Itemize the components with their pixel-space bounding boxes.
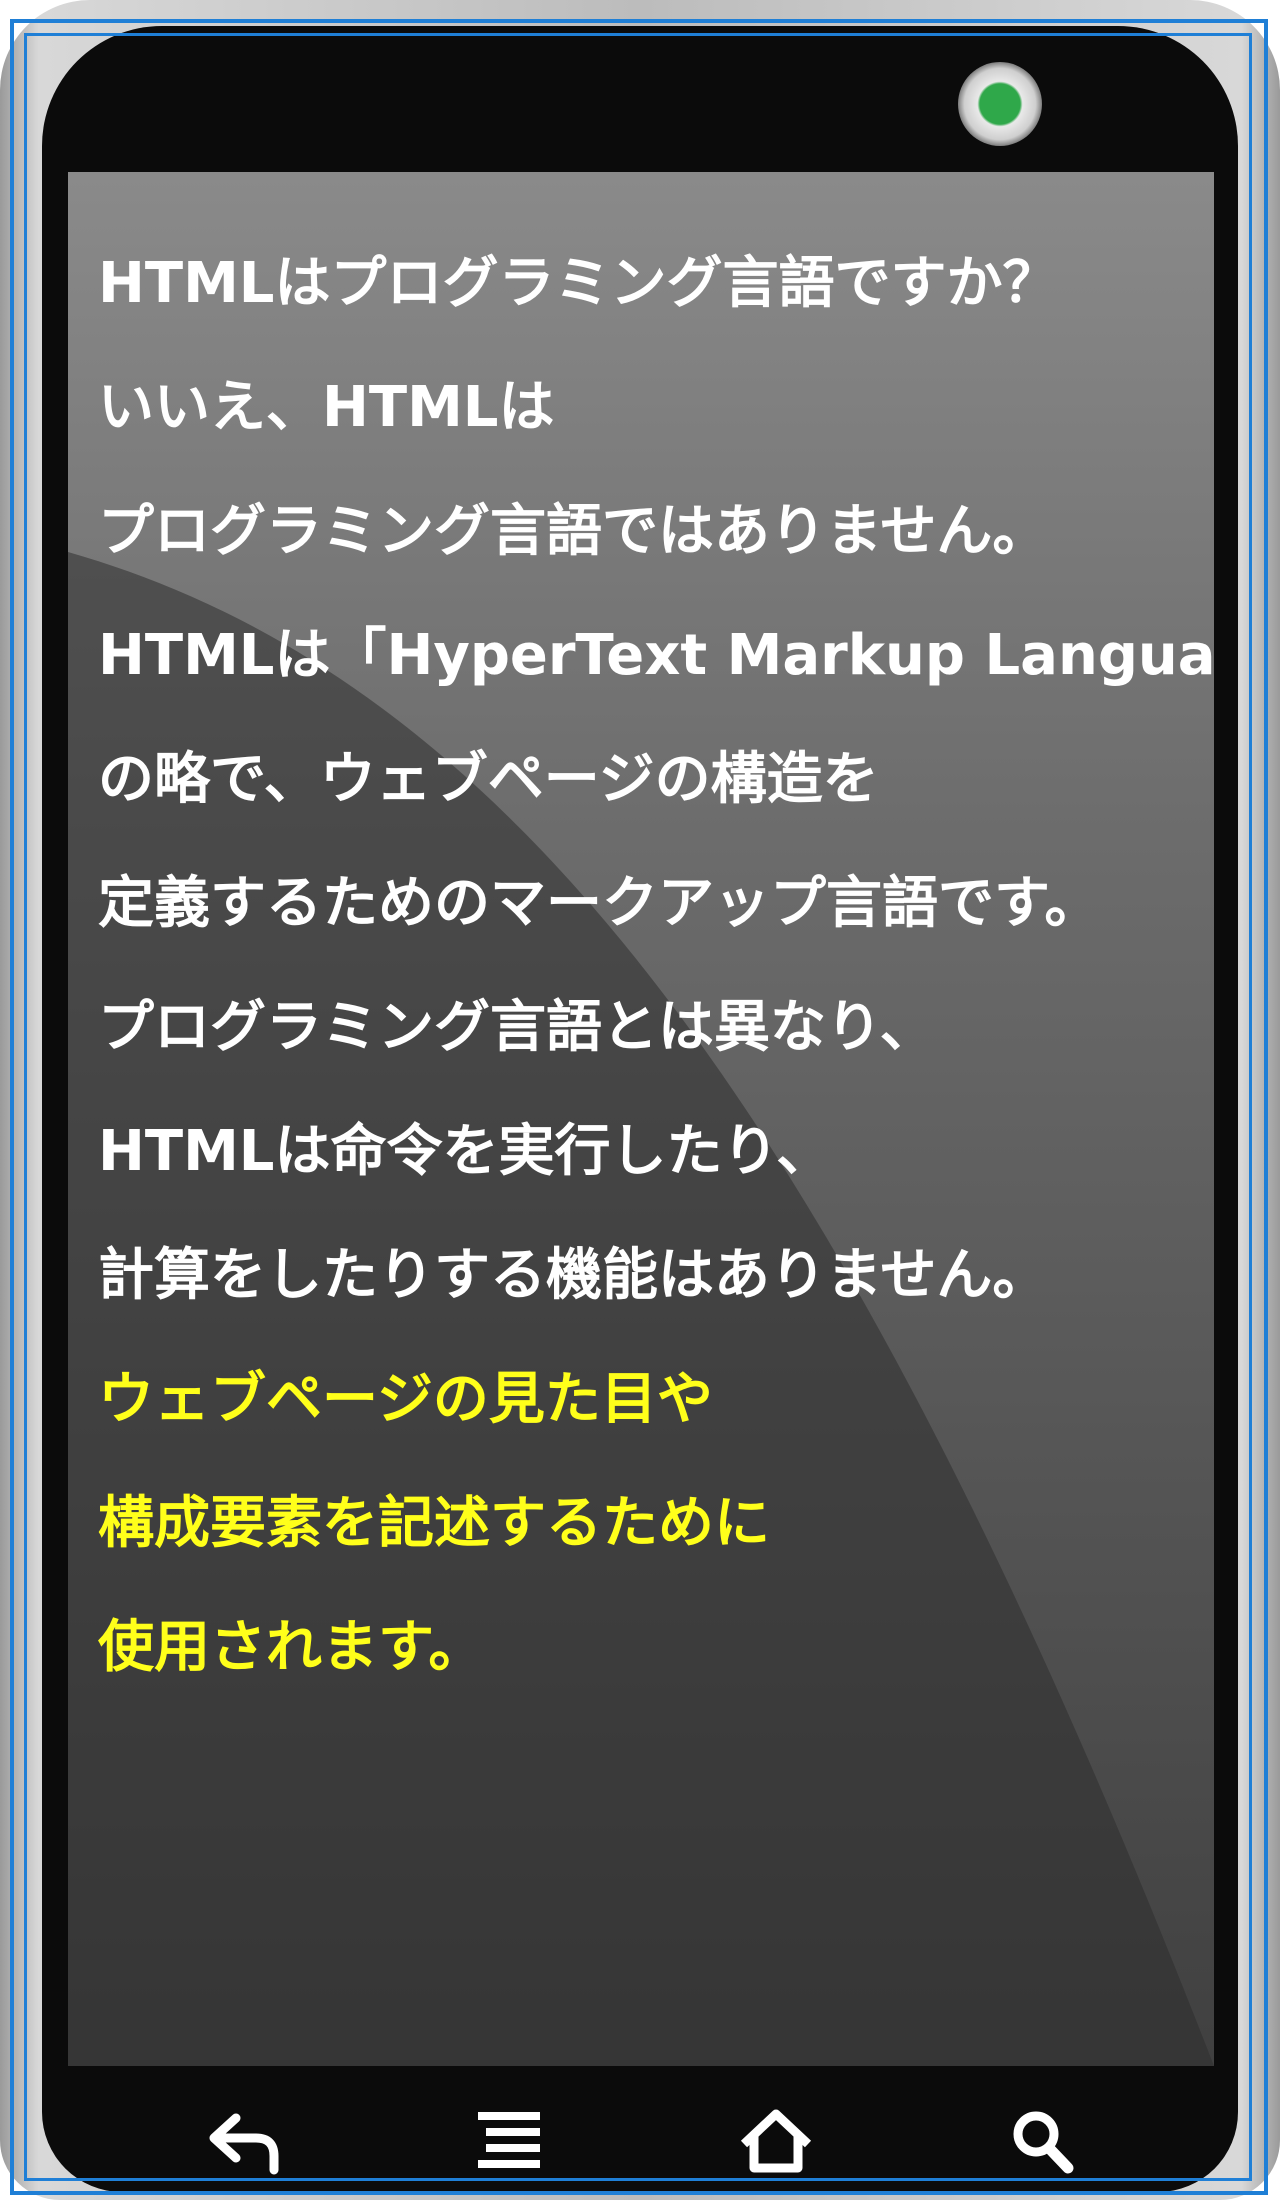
- selection-frame-outer: [10, 19, 1268, 2195]
